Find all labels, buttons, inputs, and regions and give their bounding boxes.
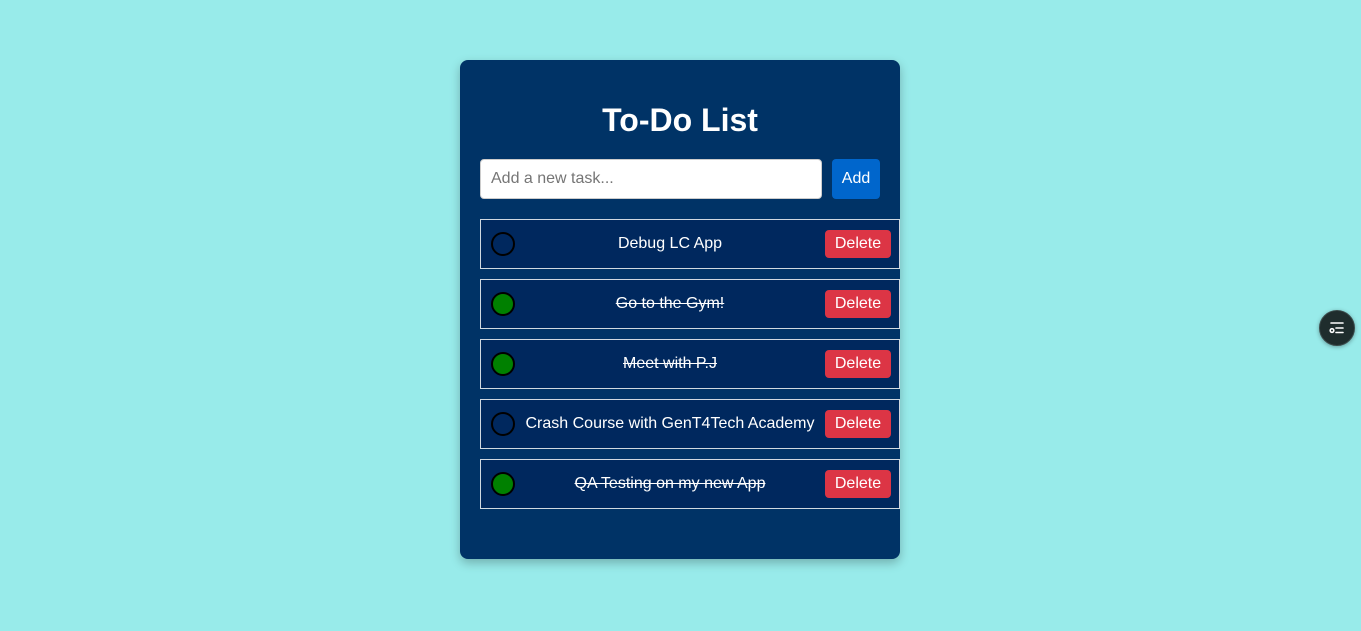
task-item: Go to the Gym! Delete	[480, 279, 900, 329]
task-list: Debug LC App Delete Go to the Gym! Delet…	[480, 219, 900, 519]
delete-task-button[interactable]: Delete	[825, 410, 891, 438]
task-item: Meet with P.J Delete	[480, 339, 900, 389]
add-task-button[interactable]: Add	[832, 159, 880, 199]
new-task-input[interactable]	[480, 159, 822, 199]
task-item: Crash Course with GenT4Tech Academy Dele…	[480, 399, 900, 449]
task-text: Crash Course with GenT4Tech Academy	[525, 415, 815, 432]
task-checkbox[interactable]	[491, 412, 515, 436]
task-checkbox[interactable]	[491, 232, 515, 256]
task-text: Debug LC App	[617, 235, 723, 252]
floating-widget-button[interactable]	[1319, 310, 1355, 346]
task-item: Debug LC App Delete	[480, 219, 900, 269]
task-text: Meet with P.J	[623, 355, 717, 372]
task-checkbox[interactable]	[491, 292, 515, 316]
task-checkbox[interactable]	[491, 352, 515, 376]
delete-task-button[interactable]: Delete	[825, 230, 891, 258]
task-text: Go to the Gym!	[615, 295, 725, 312]
task-checkbox[interactable]	[491, 472, 515, 496]
todo-card: To-Do List Add Debug LC App Delete Go to…	[460, 60, 900, 559]
delete-task-button[interactable]: Delete	[825, 290, 891, 318]
delete-task-button[interactable]: Delete	[825, 470, 891, 498]
page-title: To-Do List	[602, 102, 758, 138]
task-item: QA Testing on my new App Delete	[480, 459, 900, 509]
delete-task-button[interactable]: Delete	[825, 350, 891, 378]
tasks-toggle-icon	[1329, 322, 1344, 334]
task-text: QA Testing on my new App	[574, 475, 766, 492]
